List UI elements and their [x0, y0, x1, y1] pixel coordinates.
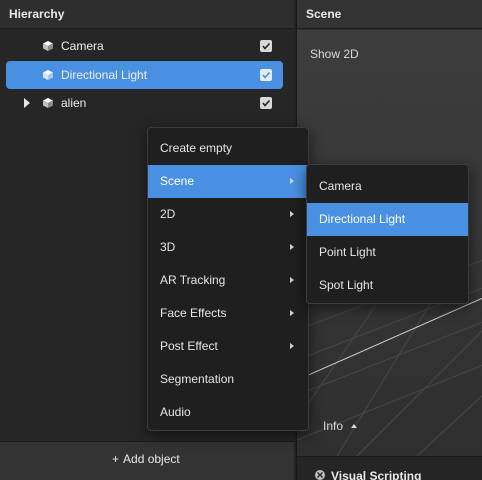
- add-object-label: Add object: [123, 452, 180, 466]
- menu-item-2d[interactable]: 2D: [148, 198, 308, 231]
- hierarchy-title: Hierarchy: [9, 7, 65, 21]
- menu-item-label: Audio: [160, 405, 191, 419]
- hierarchy-item-label: Camera: [61, 39, 104, 53]
- scene-submenu: Camera Directional Light Point Light Spo…: [306, 164, 469, 304]
- show-2d-toggle[interactable]: Show 2D: [310, 47, 359, 61]
- submenu-item-directional-light[interactable]: Directional Light: [307, 203, 468, 236]
- add-object-button[interactable]: + Add object: [112, 452, 180, 466]
- checkbox-icon: [262, 99, 271, 107]
- submenu-item-point-light[interactable]: Point Light: [307, 236, 468, 269]
- menu-item-audio[interactable]: Audio: [148, 396, 308, 429]
- cube-icon: [43, 41, 53, 51]
- chevron-right-icon: [290, 277, 294, 283]
- visibility-checkbox[interactable]: [260, 97, 272, 109]
- hierarchy-item-label: Directional Light: [61, 68, 148, 82]
- scene-header: Scene: [297, 0, 482, 29]
- cube-icon: [43, 70, 53, 80]
- visibility-checkbox[interactable]: [260, 40, 272, 52]
- caret-up-icon: [351, 424, 358, 428]
- hierarchy-header: Hierarchy: [0, 0, 294, 29]
- menu-item-label: Segmentation: [160, 372, 235, 386]
- triangle-right-icon[interactable]: [24, 98, 30, 108]
- menu-item-label: Camera: [319, 179, 362, 193]
- info-toggle[interactable]: Info: [323, 419, 358, 433]
- menu-item-label: Face Effects: [160, 306, 227, 320]
- submenu-item-camera[interactable]: Camera: [307, 170, 468, 203]
- visual-scripting-bar: Visual Scripting: [297, 456, 482, 480]
- menu-item-label: Directional Light: [319, 212, 406, 226]
- menu-item-segmentation[interactable]: Segmentation: [148, 363, 308, 396]
- menu-item-label: AR Tracking: [160, 273, 226, 287]
- hierarchy-item-label: alien: [61, 96, 87, 110]
- visibility-checkbox[interactable]: [260, 69, 272, 81]
- submenu-item-spot-light[interactable]: Spot Light: [307, 269, 468, 302]
- menu-item-label: Spot Light: [319, 278, 374, 292]
- menu-item-create-empty[interactable]: Create empty: [148, 132, 308, 165]
- menu-item-label: 2D: [160, 207, 176, 221]
- menu-item-3d[interactable]: 3D: [148, 231, 308, 264]
- checkbox-icon: [262, 42, 271, 50]
- plus-icon: +: [112, 452, 120, 466]
- checkbox-icon: [262, 71, 271, 79]
- menu-item-label: 3D: [160, 240, 176, 254]
- hierarchy-item-camera[interactable]: Camera: [6, 32, 283, 60]
- menu-item-face-effects[interactable]: Face Effects: [148, 297, 308, 330]
- chevron-right-icon: [290, 211, 294, 217]
- menu-item-label: Create empty: [160, 141, 233, 155]
- chevron-right-icon: [290, 178, 294, 184]
- scene-title: Scene: [306, 7, 342, 21]
- chevron-right-icon: [290, 343, 294, 349]
- menu-item-label: Point Light: [319, 245, 376, 259]
- menu-item-ar-tracking[interactable]: AR Tracking: [148, 264, 308, 297]
- chevron-right-icon: [290, 244, 294, 250]
- menu-item-label: Post Effect: [160, 339, 218, 353]
- chevron-right-icon: [290, 310, 294, 316]
- close-icon[interactable]: [315, 470, 325, 480]
- menu-item-label: Scene: [160, 174, 195, 188]
- visual-scripting-label[interactable]: Visual Scripting: [331, 469, 421, 480]
- menu-item-scene[interactable]: Scene: [148, 165, 308, 198]
- hierarchy-item-alien[interactable]: alien: [6, 89, 283, 117]
- add-object-context-menu: Create empty Scene 2D 3D AR Tracking Fac…: [147, 127, 309, 431]
- cube-icon: [43, 98, 53, 108]
- info-label: Info: [323, 419, 344, 433]
- hierarchy-item-directional-light[interactable]: Directional Light: [6, 61, 283, 89]
- add-object-bar: + Add object: [0, 441, 294, 480]
- menu-item-post-effect[interactable]: Post Effect: [148, 330, 308, 363]
